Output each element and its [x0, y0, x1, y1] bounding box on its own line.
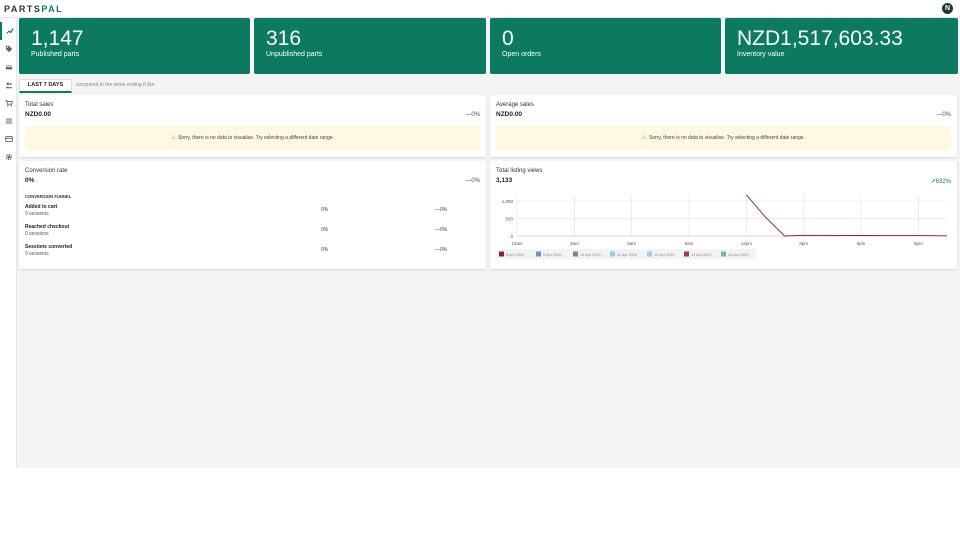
stat-unpublished-parts[interactable]: 316 Unpublished parts — [254, 18, 486, 74]
legend-swatch — [573, 251, 578, 257]
sidebar-item-payments[interactable] — [0, 130, 17, 148]
y-tick-label: 0 — [510, 234, 513, 239]
warning-icon: ⚠ — [642, 135, 647, 141]
sidebar — [0, 18, 17, 468]
legend-swatch — [499, 251, 504, 257]
conversion-rate-card: Conversion rate 0% —0% CONVERSION FUNNEL… — [19, 161, 486, 269]
cart-icon — [4, 99, 13, 107]
legend-label: 13 Apr 2020 — [691, 253, 711, 257]
change-indicator: —0% — [465, 112, 480, 118]
stat-value: 1,147 — [31, 27, 84, 50]
stat-value: NZD1,517,603.33 — [737, 27, 903, 50]
change-indicator: ↗632% — [930, 179, 951, 185]
x-tick-label: 9pm — [914, 241, 923, 246]
legend-label: 9 Apr 2020 — [543, 253, 561, 257]
sidebar-item-parts[interactable] — [0, 40, 17, 58]
change-indicator: —0% — [936, 112, 951, 118]
stat-label: Inventory value — [737, 51, 785, 59]
total-sales-card: Total sales NZD0.00 —0% ⚠ Sorry, there i… — [19, 95, 486, 157]
no-data-banner: ⚠ Sorry, there is no data to visualise. … — [25, 126, 480, 150]
stat-open-orders[interactable]: 0 Open orders — [490, 18, 721, 74]
no-data-message: Sorry, there is no data to visualise. Tr… — [177, 135, 334, 141]
sidebar-item-listings[interactable] — [0, 112, 17, 130]
app-root: PARTSPAL N 1,147 Published parts 316 Unp… — [0, 0, 960, 468]
legend-swatch — [721, 251, 726, 257]
sidebar-item-customers[interactable] — [0, 76, 17, 94]
legend-label: 14 Apr 2020 — [728, 253, 748, 257]
avatar[interactable]: N — [942, 3, 953, 14]
average-sales-card: Average sales NZD0.00 —0% ⚠ Sorry, there… — [490, 95, 957, 157]
stat-value: 0 — [502, 27, 514, 50]
funnel-heading: CONVERSION FUNNEL — [25, 194, 72, 199]
listing-views-chart: 0 500 1,000 12am 3am 6am 9am 12pm 3pm 6pm 9pm 8 Apr… — [496, 194, 948, 259]
stat-value: 316 — [266, 27, 302, 50]
logo[interactable]: PARTSPAL — [4, 4, 63, 14]
x-tick-label: 3pm — [799, 241, 808, 246]
stat-label: Open orders — [502, 51, 541, 59]
sidebar-item-analytics[interactable] — [0, 22, 17, 40]
x-tick-label: 12pm — [741, 241, 753, 246]
warning-icon: ⚠ — [171, 135, 176, 141]
sidebar-item-settings[interactable] — [0, 148, 17, 166]
gear-icon — [5, 153, 12, 161]
trend-icon — [5, 28, 14, 34]
funnel-row-sessions-converted: Sessions converted 0 sessions 0% —0% — [25, 244, 448, 257]
tag-icon — [5, 45, 12, 53]
date-range-tab[interactable]: LAST 7 DAYS — [19, 79, 72, 93]
card-value: NZD0.00 — [25, 111, 52, 118]
legend-label: 8 Apr 2020 — [506, 253, 524, 257]
card-title: Total listing views — [496, 168, 543, 174]
legend-label: 12 Apr 2020 — [654, 253, 674, 257]
funnel-row-reached-checkout: Reached checkout 0 sessions 0% —0% — [25, 224, 448, 237]
card-icon — [4, 136, 13, 142]
legend-label: 11 Apr 2020 — [617, 253, 637, 257]
users-icon — [4, 82, 13, 89]
stat-label: Published parts — [31, 51, 80, 59]
legend-swatch — [647, 251, 652, 257]
x-tick-label: 6am — [627, 241, 636, 246]
funnel-row-added-to-cart: Added to cart 0 sessions 0% —0% — [25, 204, 448, 217]
card-value: NZD0.00 — [496, 111, 523, 118]
card-title: Conversion rate — [25, 168, 68, 174]
legend-swatch — [536, 251, 541, 257]
x-tick-label: 12am — [511, 241, 523, 246]
comparison-note: compared to the week ending 8 Apr — [76, 82, 155, 88]
legend-label: 10 Apr 2020 — [580, 253, 600, 257]
legend-swatch — [610, 251, 615, 257]
change-indicator: —0% — [465, 178, 480, 184]
x-tick-label: 6pm — [857, 241, 866, 246]
stat-inventory-value[interactable]: NZD1,517,603.33 Inventory value — [725, 18, 958, 74]
card-title: Total sales — [25, 102, 54, 108]
listing-views-card: Total listing views 3,133 ↗632% 0 500 1,00… — [490, 161, 957, 269]
list-icon — [5, 118, 12, 124]
y-tick-label: 500 — [505, 216, 513, 221]
y-tick-label: 1,000 — [502, 199, 514, 204]
no-data-message: Sorry, there is no data to visualise. Tr… — [648, 135, 805, 141]
card-value: 3,133 — [496, 177, 513, 184]
card-value: 0% — [25, 177, 35, 184]
stat-published-parts[interactable]: 1,147 Published parts — [19, 18, 250, 74]
x-tick-label: 3am — [570, 241, 579, 246]
stat-label: Unpublished parts — [266, 51, 323, 59]
legend-swatch — [684, 251, 689, 257]
x-tick-label: 9am — [685, 241, 694, 246]
no-data-banner: ⚠ Sorry, there is no data to visualise. … — [496, 126, 951, 150]
card-title: Average sales — [496, 102, 534, 108]
car-icon — [5, 65, 12, 70]
top-bar: PARTSPAL N — [0, 0, 960, 18]
sidebar-item-vehicles[interactable] — [0, 58, 17, 76]
sidebar-item-orders[interactable] — [0, 94, 17, 112]
